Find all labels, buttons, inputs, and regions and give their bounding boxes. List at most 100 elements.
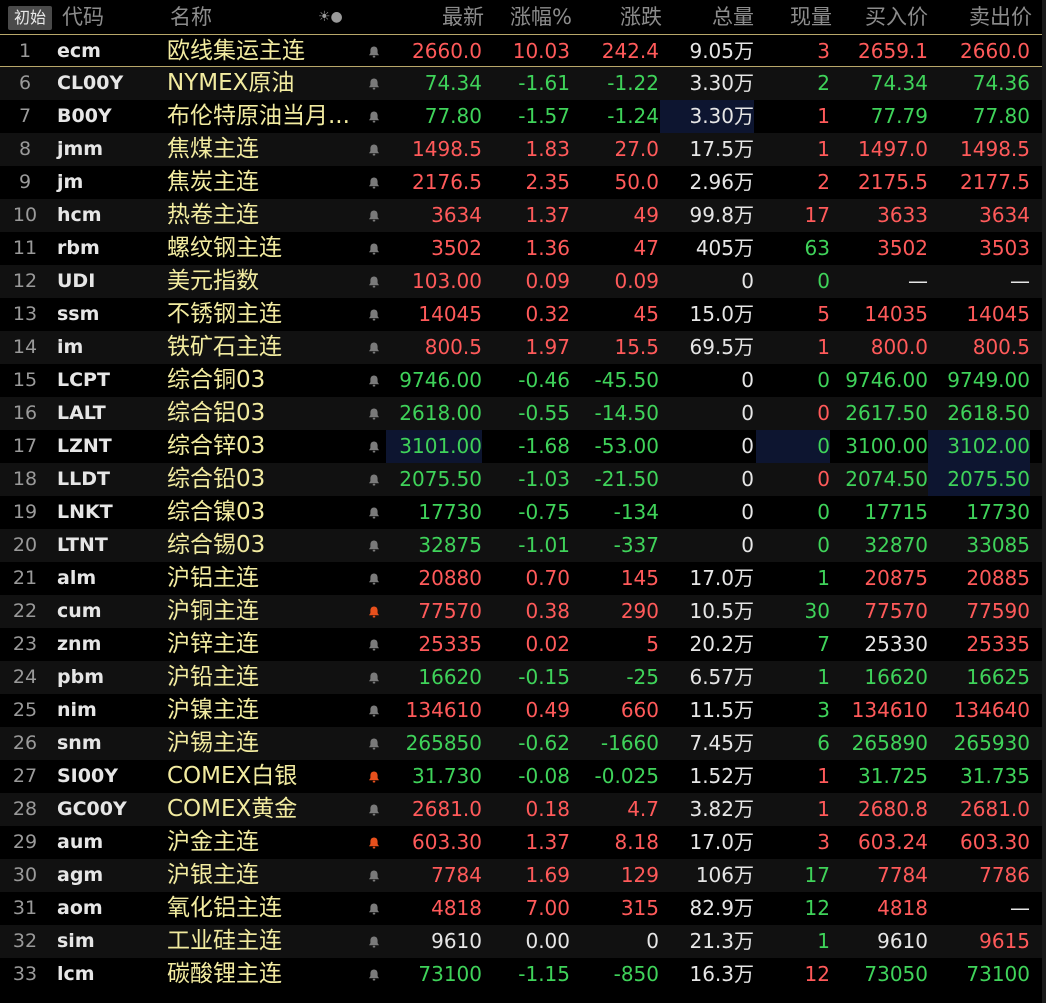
table-row[interactable]: 16 LALT 综合铝03 2618.00 -0.55 -14.50 0 0 2617.50 26…: [0, 397, 1046, 430]
table-row[interactable]: 8 jmm 焦煤主连 1498.5 1.83 27.0 17.5万 1 1497.0 1498.5: [0, 133, 1046, 166]
bell-icon[interactable]: [362, 496, 386, 529]
table-row[interactable]: 20 LTNT 综合锡03 32875 -1.01 -337 0 0 32870 33085: [0, 529, 1046, 562]
row-index: 33: [12, 963, 38, 985]
row-bid: 2617.50: [845, 401, 928, 425]
row-cur: 0: [817, 401, 830, 425]
row-vol: 99.8万: [689, 203, 754, 227]
row-pct: -0.55: [518, 401, 570, 425]
row-bid: 2659.1: [858, 39, 928, 63]
table-row[interactable]: 10 hcm 热卷主连 3634 1.37 49 99.8万 17 3633 3634: [0, 199, 1046, 232]
bell-icon[interactable]: [362, 760, 386, 793]
row-cur: 12: [804, 896, 830, 920]
bell-icon[interactable]: [362, 826, 386, 859]
table-row[interactable]: 22 cum 沪铜主连 77570 0.38 290 10.5万 30 77570 77590: [0, 595, 1046, 628]
bell-icon[interactable]: [362, 727, 386, 760]
bell-icon[interactable]: [362, 628, 386, 661]
row-pct: 0.18: [525, 797, 570, 821]
row-pct: -1.01: [518, 533, 570, 557]
col-ask[interactable]: 卖出价: [940, 0, 1032, 34]
col-code[interactable]: 代码: [62, 0, 104, 34]
bell-icon[interactable]: [362, 793, 386, 826]
table-row[interactable]: 19 LNKT 综合镍03 17730 -0.75 -134 0 0 17715 17730: [0, 496, 1046, 529]
col-name[interactable]: 名称: [170, 0, 212, 34]
bell-icon[interactable]: [362, 232, 386, 265]
bell-icon[interactable]: [362, 694, 386, 727]
row-last: 3634: [431, 203, 482, 227]
table-row[interactable]: 15 LCPT 综合铜03 9746.00 -0.46 -45.50 0 0 9746.00 97…: [0, 364, 1046, 397]
row-last: 103.00: [412, 269, 482, 293]
scrollbar[interactable]: [1042, 0, 1046, 1003]
bell-icon[interactable]: [362, 595, 386, 628]
row-name: 沪锌主连: [167, 631, 259, 657]
col-bid[interactable]: 买入价: [840, 0, 928, 34]
row-chg: -25: [626, 665, 659, 689]
table-row[interactable]: 29 aum 沪金主连 603.30 1.37 8.18 17.0万 3 603.24 603.3…: [0, 826, 1046, 859]
bell-icon[interactable]: [362, 100, 386, 133]
table-row[interactable]: 32 sim 工业硅主连 9610 0.00 0 21.3万 1 9610 9615: [0, 925, 1046, 958]
table-row[interactable]: 12 UDI 美元指数 103.00 0.09 0.09 0 0 — —: [0, 265, 1046, 298]
bell-icon[interactable]: [362, 892, 386, 925]
bell-icon[interactable]: [362, 562, 386, 595]
col-cur[interactable]: 现量: [760, 0, 832, 34]
bell-icon[interactable]: [362, 364, 386, 397]
table-row[interactable]: 14 im 铁矿石主连 800.5 1.97 15.5 69.5万 1 800.0 800.5: [0, 331, 1046, 364]
row-pct: -1.68: [518, 434, 570, 458]
col-pct[interactable]: 涨幅%: [490, 0, 572, 34]
row-chg: 50.0: [614, 170, 659, 194]
row-name: NYMEX原油: [167, 70, 295, 96]
bell-icon[interactable]: [362, 661, 386, 694]
bell-icon[interactable]: [362, 35, 386, 68]
bell-icon[interactable]: [362, 463, 386, 496]
bell-icon[interactable]: [362, 265, 386, 298]
col-vol[interactable]: 总量: [670, 0, 754, 34]
row-cur: 1: [817, 335, 830, 359]
table-row[interactable]: 27 SI00Y COMEX白银 31.730 -0.08 -0.025 1.52万 1 31.…: [0, 760, 1046, 793]
row-bid: 2074.50: [845, 467, 928, 491]
row-last: 1498.5: [412, 137, 482, 161]
table-row[interactable]: 18 LLDT 综合铅03 2075.50 -1.03 -21.50 0 0 2074.50 20…: [0, 463, 1046, 496]
table-row[interactable]: 21 alm 沪铝主连 20880 0.70 145 17.0万 1 20875 20885: [0, 562, 1046, 595]
bell-icon[interactable]: [362, 298, 386, 331]
bell-icon[interactable]: [362, 166, 386, 199]
row-cur: 1: [817, 566, 830, 590]
table-row[interactable]: 26 snm 沪锡主连 265850 -0.62 -1660 7.45万 6 265890 265…: [0, 727, 1046, 760]
table-row[interactable]: 28 GC00Y COMEX黄金 2681.0 0.18 4.7 3.82万 1 2680.8 2…: [0, 793, 1046, 826]
row-vol: 16.3万: [689, 962, 754, 986]
table-row[interactable]: 25 nim 沪镍主连 134610 0.49 660 11.5万 3 134610 134640: [0, 694, 1046, 727]
row-index: 30: [12, 864, 38, 886]
row-pct: -1.57: [518, 104, 570, 128]
sort-icon[interactable]: ☀●: [318, 0, 343, 34]
table-row[interactable]: 24 pbm 沪铅主连 16620 -0.15 -25 6.57万 1 16620 16625: [0, 661, 1046, 694]
bell-icon[interactable]: [362, 925, 386, 958]
table-row[interactable]: 31 aom 氧化铝主连 4818 7.00 315 82.9万 12 4818 —: [0, 892, 1046, 925]
table-row[interactable]: 6 CL00Y NYMEX原油 74.34 -1.61 -1.22 3.30万 2 74.34 7…: [0, 67, 1046, 100]
bell-icon[interactable]: [362, 199, 386, 232]
table-row[interactable]: 11 rbm 螺纹钢主连 3502 1.36 47 405万 63 3502 3503: [0, 232, 1046, 265]
row-cur: 2: [817, 170, 830, 194]
row-bid: 17715: [864, 500, 928, 524]
table-row[interactable]: 9 jm 焦炭主连 2176.5 2.35 50.0 2.96万 2 2175.5 2177.5: [0, 166, 1046, 199]
bell-icon[interactable]: [362, 529, 386, 562]
bell-icon[interactable]: [362, 331, 386, 364]
row-index: 28: [12, 798, 38, 820]
bell-icon[interactable]: [362, 859, 386, 892]
col-chg[interactable]: 涨跌: [580, 0, 662, 34]
row-cur: 63: [804, 236, 830, 260]
row-bid: 73050: [864, 962, 928, 986]
init-button[interactable]: 初始: [8, 6, 52, 30]
table-row[interactable]: 1 ecm 欧线集运主连 2660.0 10.03 242.4 9.05万 3 2659.1 26…: [0, 34, 1046, 67]
row-code: B00Y: [57, 105, 112, 127]
table-row[interactable]: 30 agm 沪银主连 7784 1.69 129 106万 17 7784 7786: [0, 859, 1046, 892]
table-row[interactable]: 7 B00Y 布伦特原油当月... 77.80 -1.57 -1.24 3.30万 1 77.7…: [0, 100, 1046, 133]
bell-icon[interactable]: [362, 430, 386, 463]
bell-icon[interactable]: [362, 133, 386, 166]
table-row[interactable]: 17 LZNT 综合锌03 3101.00 -1.68 -53.00 0 0 3100.00 31…: [0, 430, 1046, 463]
table-row[interactable]: 33 lcm 碳酸锂主连 73100 -1.15 -850 16.3万 12 73050 7310…: [0, 958, 1046, 991]
table-row[interactable]: 23 znm 沪锌主连 25335 0.02 5 20.2万 7 25330 25335: [0, 628, 1046, 661]
table-row[interactable]: 13 ssm 不锈钢主连 14045 0.32 45 15.0万 5 14035 14045: [0, 298, 1046, 331]
col-last[interactable]: 最新: [400, 0, 484, 34]
bell-icon[interactable]: [362, 397, 386, 430]
bell-icon[interactable]: [362, 67, 386, 100]
row-code: alm: [57, 567, 97, 589]
bell-icon[interactable]: [362, 958, 386, 991]
